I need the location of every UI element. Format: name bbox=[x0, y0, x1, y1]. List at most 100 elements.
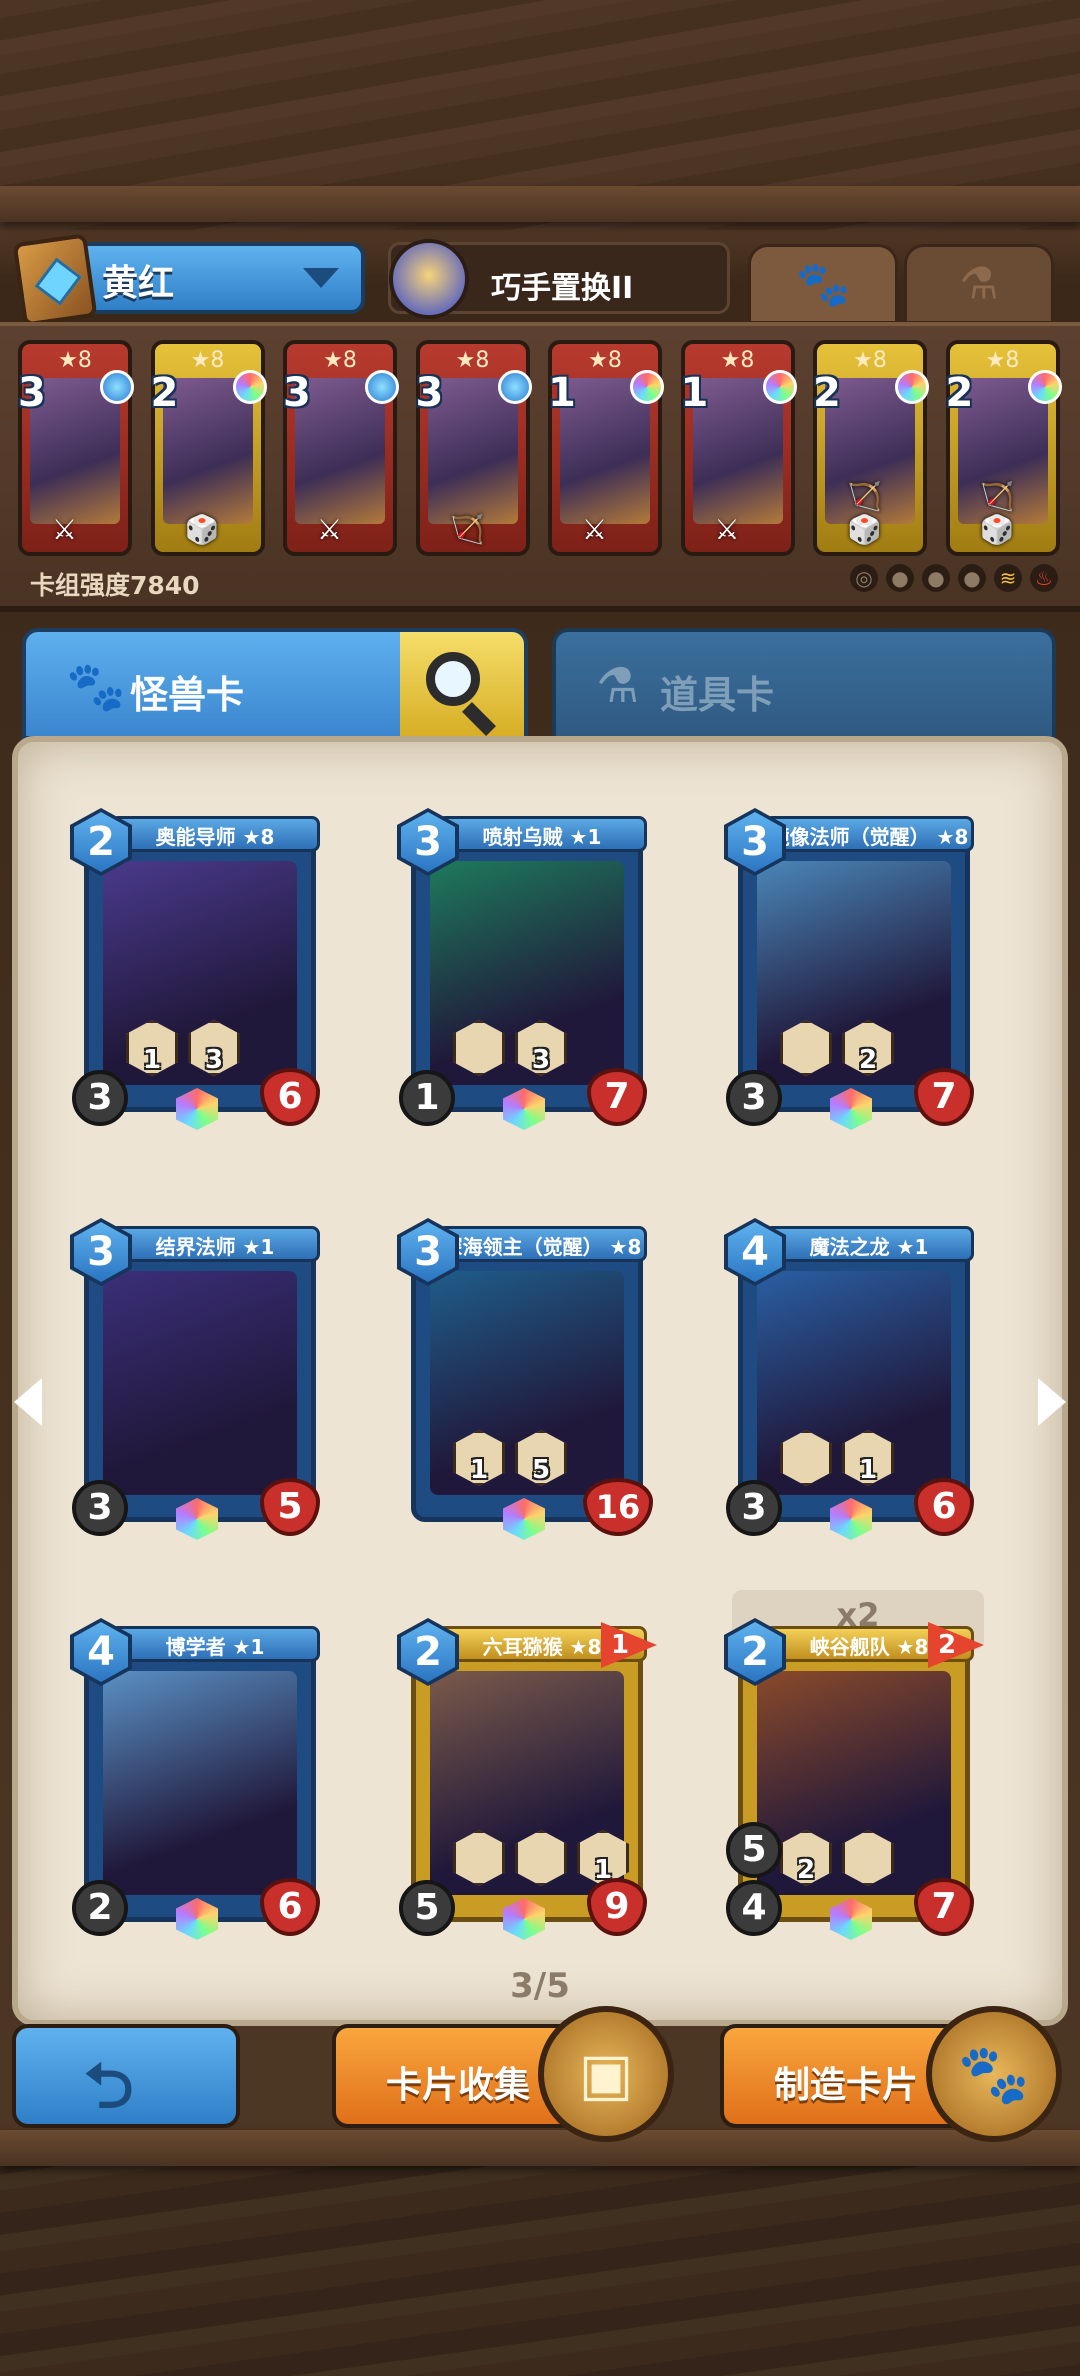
monster-card[interactable]: 喷射乌贼 ★1 3 3 1 7 bbox=[397, 808, 647, 1130]
monster-card[interactable]: 深海领主（觉醒） ★8 3 1 5 16 bbox=[397, 1218, 653, 1540]
deck-card[interactable]: ★8 2 🏹 🎲 bbox=[813, 340, 929, 556]
craft-card-button[interactable]: 制造卡片 🐾 bbox=[720, 2006, 1062, 2142]
skill-icon bbox=[389, 239, 469, 319]
tab-item-label: 道具卡 bbox=[660, 673, 775, 717]
card-title: 奥能导师 ★8 bbox=[110, 816, 320, 852]
wood-background-bottom bbox=[0, 2130, 1080, 2376]
deck-card-cost: 1 bbox=[680, 370, 709, 416]
back-arrow-icon: ⮌ bbox=[84, 2049, 134, 2122]
type-icon: ⚔ bbox=[52, 513, 78, 546]
deck-card[interactable]: ★8 3 ⚔ bbox=[18, 340, 134, 556]
deck-card[interactable]: ★8 1 ⚔ bbox=[680, 340, 797, 556]
craft-card-label: 制造卡片 bbox=[774, 2065, 919, 2106]
deck-selector[interactable]: 黄红 bbox=[12, 233, 365, 327]
type-icon: 🎲 bbox=[184, 513, 220, 546]
card-attack: 4 bbox=[726, 1880, 782, 1936]
deck-card[interactable]: ★8 1 ⚔ bbox=[548, 340, 664, 556]
monster-card[interactable]: 结界法师 ★1 3 3 5 bbox=[70, 1218, 320, 1540]
card-title: 镜像法师（觉醒） ★8 bbox=[764, 816, 974, 852]
page-indicator: 3/5 bbox=[510, 1966, 570, 2006]
search-icon-handle bbox=[462, 702, 496, 736]
paw-icon: 🐾 bbox=[795, 259, 851, 310]
card-cost-value: 4 bbox=[74, 1622, 128, 1682]
card-title: 博学者 ★1 bbox=[110, 1626, 320, 1662]
gem-icon bbox=[497, 370, 532, 404]
monster-card[interactable]: 镜像法师（觉醒） ★8 3 2 3 7 bbox=[724, 808, 974, 1130]
skill-name: 巧手置换II bbox=[491, 271, 634, 306]
card-health: 7 bbox=[587, 1068, 647, 1126]
neutral-icon: ◎ bbox=[850, 564, 878, 592]
lightning-icon: ≋ bbox=[994, 564, 1022, 592]
type-icon: ⚔ bbox=[317, 513, 343, 546]
deck-name: 黄红 bbox=[102, 263, 175, 304]
search-icon bbox=[426, 652, 480, 706]
deck-card-cost: 2 bbox=[150, 370, 179, 416]
earth-icon: ● bbox=[886, 564, 914, 592]
card-collection-label: 卡片收集 bbox=[386, 2065, 531, 2106]
gem-icon bbox=[232, 370, 267, 404]
deck-card[interactable]: ★8 3 ⚔ bbox=[283, 340, 399, 556]
monster-card[interactable]: 六耳猕猴 ★8 2 1 5 9 1 bbox=[397, 1618, 657, 1940]
monster-card[interactable]: 魔法之龙 ★1 4 1 3 6 bbox=[724, 1218, 974, 1540]
potion-icon: ⚗ bbox=[596, 658, 640, 714]
element-filter-icons: ◎ ● ● ● ≋ ♨ bbox=[850, 564, 1058, 592]
deck-card[interactable]: ★8 2 🏹 🎲 bbox=[945, 340, 1062, 556]
prev-page-arrow-icon[interactable] bbox=[14, 1378, 42, 1426]
potion-icon: ⚗ bbox=[959, 258, 999, 310]
card-attack: 2 bbox=[72, 1880, 128, 1936]
monster-card[interactable]: 奥能导师 ★8 2 1 3 3 6 bbox=[70, 808, 320, 1130]
card-collection-button[interactable]: 卡片收集 ▣ bbox=[332, 2006, 674, 2142]
beast-icon: ● bbox=[922, 564, 950, 592]
deck-card-cost: 2 bbox=[945, 370, 974, 416]
wood-beam-bottom bbox=[0, 2130, 1080, 2166]
gem-icon bbox=[630, 370, 664, 404]
deck-card-cost: 2 bbox=[813, 370, 841, 416]
card-cost-value: 2 bbox=[728, 1622, 782, 1682]
tab-monster-deck[interactable]: 🐾 bbox=[748, 244, 898, 324]
gem-icon bbox=[100, 370, 134, 404]
card-attack: 1 bbox=[399, 1070, 455, 1126]
type-icon: ⚔ bbox=[714, 513, 740, 546]
card-title: 结界法师 ★1 bbox=[110, 1226, 320, 1262]
card-title: 魔法之龙 ★1 bbox=[764, 1226, 974, 1262]
next-page-arrow-icon[interactable] bbox=[1038, 1378, 1066, 1426]
monster-card[interactable]: 峡谷舰队 ★8 2 2 4 7 2 5 bbox=[724, 1618, 984, 1940]
back-button[interactable]: ⮌ bbox=[12, 2024, 240, 2128]
card-cost-value: 3 bbox=[401, 1222, 455, 1282]
card-health: 7 bbox=[914, 1878, 974, 1936]
card-title: 喷射乌贼 ★1 bbox=[437, 816, 647, 852]
card-attack: 3 bbox=[726, 1070, 782, 1126]
card-cost-value: 3 bbox=[728, 812, 782, 872]
tab-monster-label: 怪兽卡 bbox=[130, 673, 245, 717]
card-health: 6 bbox=[914, 1478, 974, 1536]
chevron-down-icon bbox=[303, 268, 339, 288]
gem-icon bbox=[365, 370, 399, 404]
tab-item-deck[interactable]: ⚗ bbox=[904, 244, 1054, 324]
card-cost-value: 2 bbox=[401, 1622, 455, 1682]
tab-item-cards[interactable]: ⚗ 道具卡 bbox=[552, 628, 1056, 740]
card-attack: 3 bbox=[72, 1070, 128, 1126]
card-cost-value: 3 bbox=[401, 812, 455, 872]
deck-card-cost: 3 bbox=[18, 370, 46, 416]
type-icon: ⚔ bbox=[582, 513, 608, 546]
card-cost-value: 3 bbox=[74, 1222, 128, 1282]
deck-card[interactable]: ★8 3 🏹 bbox=[415, 340, 532, 556]
paw-jar-icon: 🐾 bbox=[926, 2006, 1062, 2142]
card-cost-value: 2 bbox=[74, 812, 128, 872]
card-health: 7 bbox=[914, 1068, 974, 1126]
type-icon: 🏹 🎲 bbox=[847, 480, 882, 546]
deck-card[interactable]: ★8 2 🎲 bbox=[150, 340, 267, 556]
search-button[interactable] bbox=[400, 628, 528, 740]
card-art bbox=[103, 1271, 297, 1495]
fire-icon: ♨ bbox=[1030, 564, 1058, 592]
hero-skill[interactable]: 巧手置换II bbox=[388, 239, 730, 319]
gem-icon bbox=[762, 370, 797, 404]
deck-book-icon bbox=[12, 233, 98, 327]
card-cost-value: 4 bbox=[728, 1222, 782, 1282]
leaf-icon: ● bbox=[958, 564, 986, 592]
card-collection-icon: ▣ bbox=[538, 2006, 674, 2142]
deck-card-cost: 1 bbox=[548, 370, 576, 416]
card-health: 5 bbox=[260, 1478, 320, 1536]
card-attack: 3 bbox=[72, 1480, 128, 1536]
monster-card[interactable]: 博学者 ★1 4 2 6 bbox=[70, 1618, 320, 1940]
